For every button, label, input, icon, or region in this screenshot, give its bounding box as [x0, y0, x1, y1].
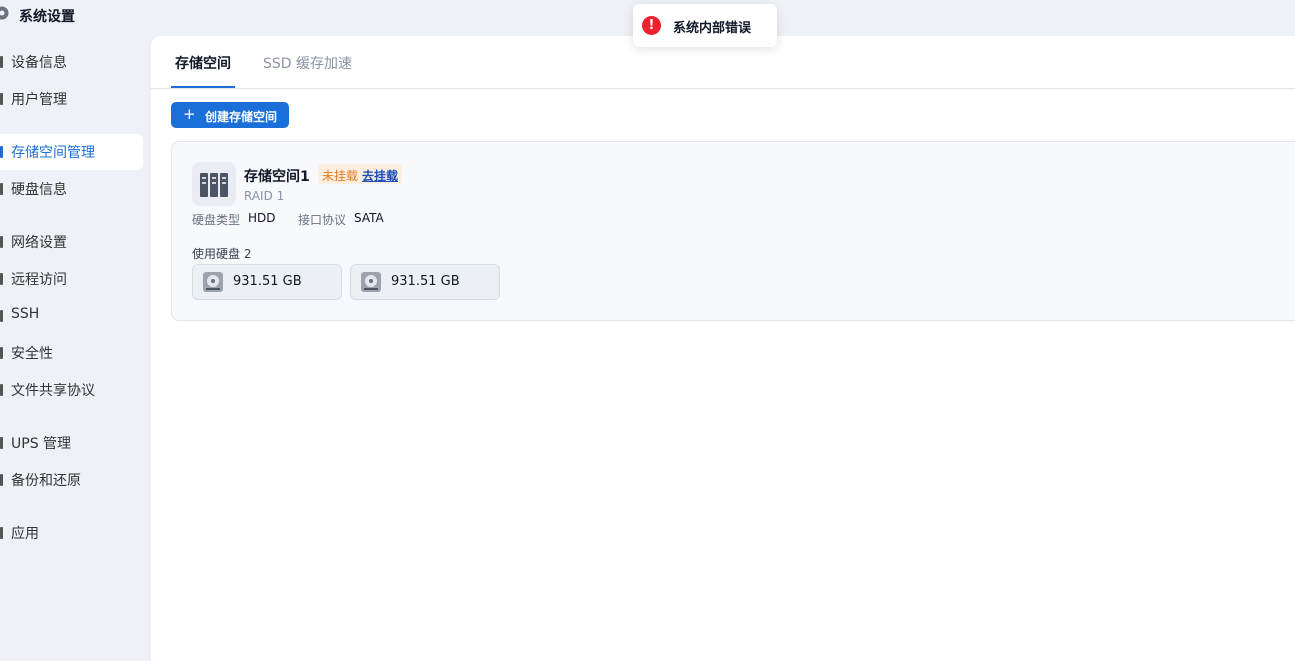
sidebar-item-storage-management[interactable]: 存储空间管理	[0, 134, 143, 170]
storage-name: 存储空间1	[244, 169, 310, 185]
sidebar-item-label: SSH	[11, 306, 40, 322]
sidebar-item-backup-restore[interactable]: 备份和还原	[0, 462, 143, 498]
sidebar-item-disk-info[interactable]: 硬盘信息	[0, 171, 143, 207]
sidebar-item-network[interactable]: 网络设置	[0, 224, 143, 260]
sidebar-item-ssh[interactable]: SSH	[0, 298, 143, 334]
status-text: 未挂载	[322, 169, 359, 183]
plus-icon: +	[183, 105, 196, 123]
interface-label: 接口协议	[298, 213, 347, 227]
terminal-icon	[0, 310, 3, 322]
create-storage-label: 创建存储空间	[205, 110, 278, 124]
sidebar-item-label: 用户管理	[11, 92, 67, 108]
sidebar-item-label: 远程访问	[11, 272, 67, 288]
sidebar-item-file-sharing[interactable]: 文件共享协议	[0, 372, 143, 408]
error-icon: !	[642, 16, 661, 35]
app-title: 系统设置	[19, 9, 75, 25]
sidebar-item-security[interactable]: 安全性	[0, 335, 143, 371]
sidebar-item-label: 网络设置	[11, 235, 67, 251]
sidebar-item-label: 应用	[11, 526, 39, 542]
sidebar: 设备信息 用户管理 存储空间管理 硬盘信息 网络设置 远程访问 SSH 安全性 …	[0, 36, 150, 655]
sidebar-item-device-info[interactable]: 设备信息	[0, 44, 143, 80]
sidebar-item-label: 硬盘信息	[11, 182, 67, 198]
disk-type-label: 硬盘类型	[192, 213, 241, 227]
sidebar-item-label: 安全性	[11, 346, 53, 362]
disk-type-value: HDD	[248, 211, 276, 225]
sidebar-item-label: 设备信息	[11, 55, 67, 71]
main-panel: 存储空间 SSD 缓存加速 + 创建存储空间 存储空间1 未挂载 去挂载 RAI…	[151, 36, 1295, 661]
disk-size: 931.51 GB	[233, 274, 302, 289]
error-toast: ! 系统内部错误	[633, 4, 777, 47]
share-icon	[0, 384, 3, 396]
sidebar-item-ups[interactable]: UPS 管理	[0, 425, 143, 461]
hard-drive-icon	[203, 272, 223, 292]
active-tab-indicator	[171, 86, 235, 88]
tab-ssd-cache[interactable]: SSD 缓存加速	[263, 53, 352, 73]
create-storage-button[interactable]: + 创建存储空间	[171, 102, 289, 128]
battery-icon	[0, 437, 3, 449]
disk-chip[interactable]: 931.51 GB	[350, 264, 500, 300]
hard-drive-icon	[361, 272, 381, 292]
storage-card: 存储空间1 未挂载 去挂载 RAID 1 硬盘类型 HDD 接口协议 SATA …	[171, 141, 1295, 321]
raid-level: RAID 1	[244, 189, 285, 203]
sidebar-item-label: 存储空间管理	[11, 145, 95, 161]
sidebar-item-label: UPS 管理	[11, 436, 72, 452]
remote-access-icon	[0, 273, 3, 285]
server-icon	[192, 162, 236, 206]
disk-chip[interactable]: 931.51 GB	[192, 264, 342, 300]
storage-icon	[0, 146, 3, 158]
shield-icon	[0, 347, 3, 359]
network-icon	[0, 236, 3, 248]
disk-size: 931.51 GB	[391, 274, 460, 289]
backup-icon	[0, 474, 3, 486]
sidebar-item-label: 文件共享协议	[11, 383, 95, 399]
sidebar-item-remote-access[interactable]: 远程访问	[0, 261, 143, 297]
sidebar-item-apps[interactable]: 应用	[0, 515, 143, 551]
user-icon	[0, 93, 3, 105]
disk-icon	[0, 183, 3, 195]
settings-gear-icon	[0, 6, 9, 20]
sidebar-item-label: 备份和还原	[11, 473, 81, 489]
disks-used-label: 使用硬盘 2	[192, 247, 252, 261]
device-info-icon	[0, 56, 3, 68]
sidebar-item-user-management[interactable]: 用户管理	[0, 81, 143, 117]
status-badge: 未挂载 去挂载	[318, 164, 402, 184]
interface-value: SATA	[354, 211, 384, 225]
mount-link[interactable]: 去挂载	[362, 167, 398, 184]
error-message: 系统内部错误	[673, 21, 752, 36]
tab-storage[interactable]: 存储空间	[175, 53, 231, 73]
apps-icon	[0, 527, 3, 539]
